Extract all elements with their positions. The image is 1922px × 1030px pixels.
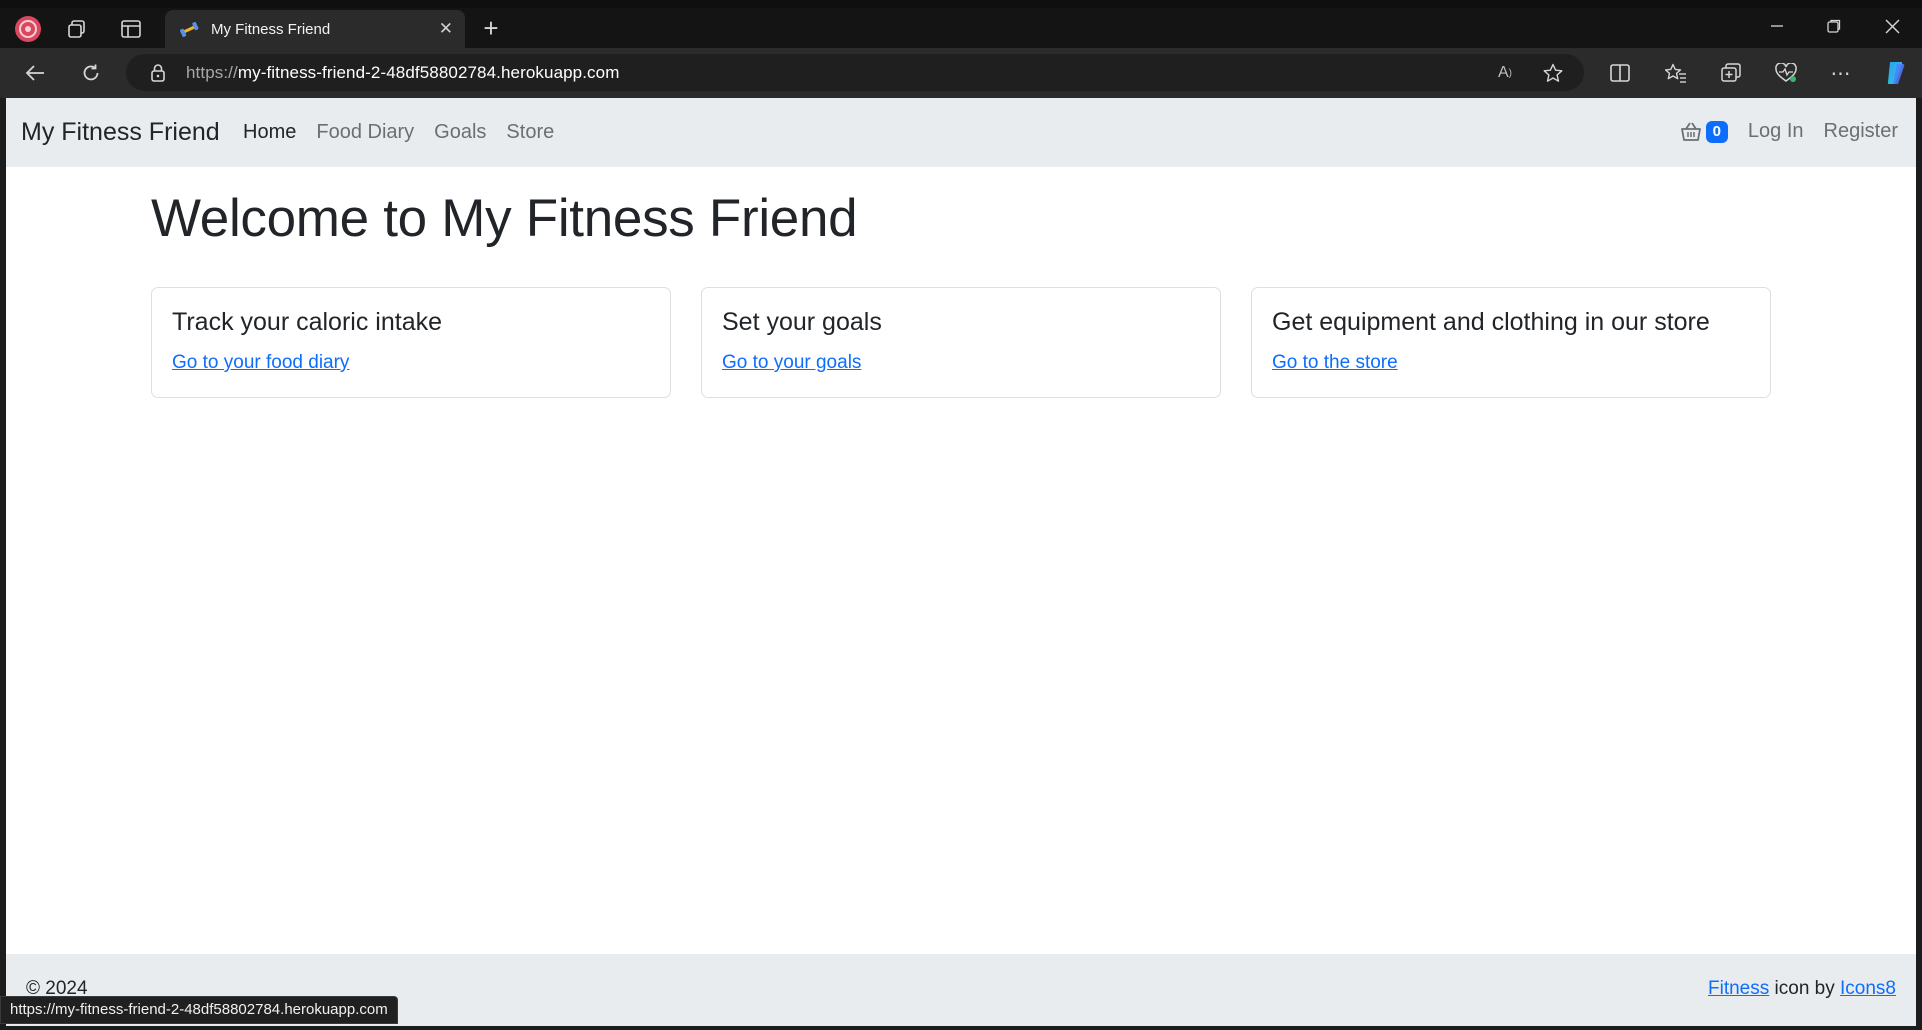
page-title: Welcome to My Fitness Friend: [151, 189, 858, 248]
nav-links: Home Food Diary Goals Store: [243, 121, 574, 144]
store-card: Get equipment and clothing in our store …: [1251, 287, 1771, 398]
close-tab-icon[interactable]: ✕: [439, 19, 453, 39]
favorite-star-icon[interactable]: [1540, 60, 1566, 86]
page-viewport: My Fitness Friend Home Food Diary Goals …: [6, 98, 1916, 1026]
basket-count-badge[interactable]: 0: [1705, 120, 1728, 143]
browser-essentials-icon[interactable]: [1773, 60, 1799, 86]
close-window-icon[interactable]: [1880, 14, 1904, 38]
goals-link[interactable]: Go to your goals: [722, 352, 861, 374]
fitness-credit-link[interactable]: Fitness: [1708, 978, 1769, 999]
collections-icon[interactable]: [1718, 60, 1744, 86]
nav-link-goals[interactable]: Goals: [434, 121, 486, 144]
back-icon[interactable]: [22, 60, 48, 86]
tab-title: My Fitness Friend: [211, 20, 331, 38]
browser-tabbar: My Fitness Friend ✕ +: [0, 0, 1922, 48]
new-tab-icon[interactable]: +: [478, 13, 504, 43]
site-brand[interactable]: My Fitness Friend: [21, 118, 220, 147]
goals-card: Set your goals Go to your goals: [701, 287, 1221, 398]
active-tab[interactable]: My Fitness Friend ✕: [165, 10, 465, 48]
store-link[interactable]: Go to the store: [1272, 352, 1398, 374]
card-title: Set your goals: [722, 308, 882, 336]
register-link[interactable]: Register: [1824, 120, 1898, 143]
minimize-icon[interactable]: [1765, 14, 1789, 38]
url-scheme: https://: [186, 63, 238, 82]
card-title: Get equipment and clothing in our store: [1272, 308, 1710, 336]
food-diary-link[interactable]: Go to your food diary: [172, 352, 349, 374]
tab-actions-icon[interactable]: [118, 16, 144, 42]
url-host: my-fitness-friend-2-48df58802784.herokua…: [237, 63, 620, 82]
restore-icon[interactable]: [1822, 14, 1846, 38]
nav-right: 0 Log In Register: [1680, 120, 1898, 143]
address-bar[interactable]: https://my-fitness-friend-2-48df58802784…: [126, 54, 1584, 91]
food-diary-card: Track your caloric intake Go to your foo…: [151, 287, 671, 398]
url-text: https://my-fitness-friend-2-48df58802784…: [186, 63, 619, 83]
login-link[interactable]: Log In: [1748, 120, 1804, 143]
nav-link-food-diary[interactable]: Food Diary: [316, 121, 414, 144]
refresh-icon[interactable]: [78, 60, 104, 86]
icons8-credit-link[interactable]: Icons8: [1840, 978, 1896, 999]
credit-text: icon by: [1769, 978, 1841, 999]
browser-toolbar: https://my-fitness-friend-2-48df58802784…: [0, 48, 1922, 98]
read-aloud-icon[interactable]: A): [1492, 60, 1518, 86]
fitness-favicon-icon: [179, 21, 199, 38]
split-screen-icon[interactable]: [1607, 60, 1633, 86]
nav-link-home[interactable]: Home: [243, 121, 296, 144]
basket-icon[interactable]: [1680, 121, 1702, 143]
status-bar-url: https://my-fitness-friend-2-48df58802784…: [0, 996, 398, 1024]
workspaces-icon[interactable]: [64, 16, 90, 42]
window-top-strip: [0, 0, 1922, 8]
copilot-icon[interactable]: [1880, 58, 1910, 88]
nav-link-store[interactable]: Store: [506, 121, 554, 144]
lock-icon[interactable]: [150, 63, 166, 82]
site-navbar: My Fitness Friend Home Food Diary Goals …: [6, 98, 1916, 167]
card-title: Track your caloric intake: [172, 308, 442, 336]
icon-credit: Fitness icon by Icons8: [1708, 978, 1896, 1000]
profile-icon[interactable]: [13, 14, 43, 44]
favorites-icon[interactable]: [1663, 60, 1689, 86]
more-icon[interactable]: ⋯: [1828, 60, 1854, 86]
